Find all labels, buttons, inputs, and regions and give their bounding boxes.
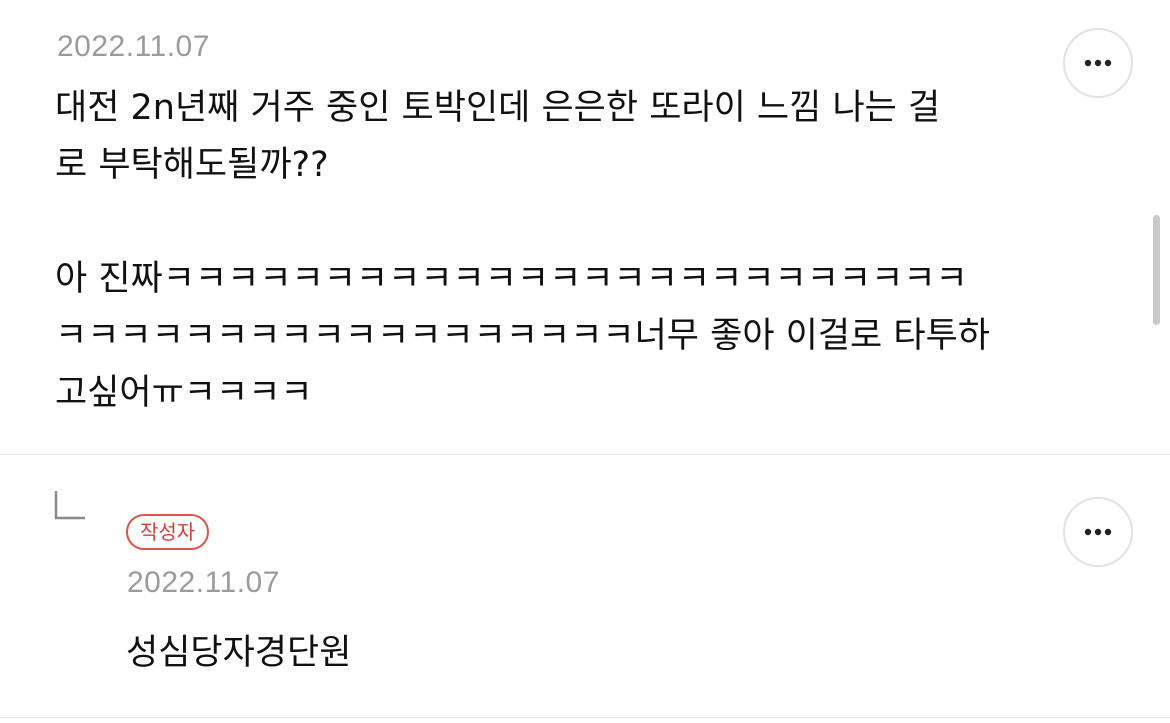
more-horizontal-icon bbox=[1084, 528, 1112, 536]
comment: 2022.11.07 대전 2n년째 거주 중인 토박인데 은은한 또라이 느낌… bbox=[0, 0, 1170, 454]
scrollbar[interactable] bbox=[1153, 215, 1160, 325]
reply-more-options-button[interactable] bbox=[1063, 497, 1133, 567]
more-horizontal-icon bbox=[1084, 59, 1112, 67]
reply-arrow-icon bbox=[53, 489, 87, 525]
author-badge: 작성자 bbox=[126, 514, 210, 550]
reply-comment: 작성자 2022.11.07 성심당자경단원 bbox=[0, 455, 1170, 717]
divider bbox=[0, 717, 1170, 718]
comment-date: 2022.11.07 bbox=[57, 30, 210, 63]
more-options-button[interactable] bbox=[1063, 28, 1133, 98]
comment-body: 대전 2n년째 거주 중인 토박인데 은은한 또라이 느낌 나는 걸 로 부탁해… bbox=[55, 88, 990, 413]
reply-date: 2022.11.07 bbox=[127, 566, 280, 599]
reply-body: 성심당자경단원 bbox=[126, 633, 352, 673]
